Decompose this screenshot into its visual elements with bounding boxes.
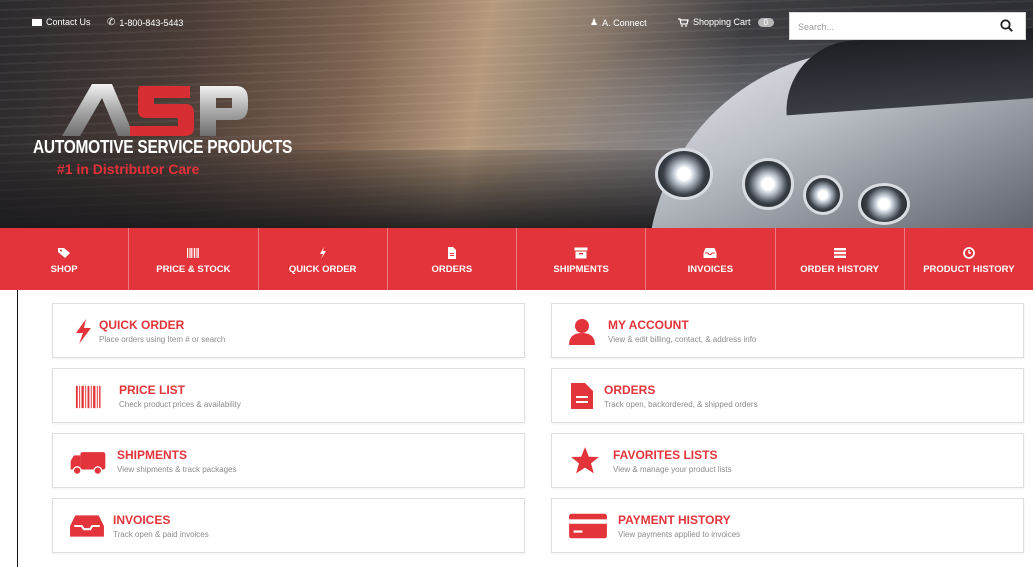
- envelope-icon: [32, 18, 42, 26]
- asp-logo: [62, 84, 248, 136]
- nav-product-history[interactable]: PRODUCT HISTORY: [905, 228, 1033, 290]
- barcode-icon: [75, 385, 101, 409]
- card-my-account[interactable]: MY ACCOUNT View & edit billing, contact,…: [551, 303, 1024, 358]
- nav-price-stock[interactable]: PRICE & STOCK: [129, 228, 259, 290]
- card-title: PAYMENT HISTORY: [618, 513, 731, 527]
- card-description: View shipments & track packages: [117, 465, 237, 474]
- list-icon: [833, 248, 846, 258]
- bolt-icon: [76, 319, 91, 344]
- bolt-icon: [319, 247, 326, 259]
- nav-label: ORDER HISTORY: [800, 264, 879, 275]
- file-icon: [447, 247, 456, 259]
- card-title: PRICE LIST: [119, 383, 186, 397]
- card-description: Track open, backordered, & shipped order…: [604, 400, 758, 409]
- company-tagline: #1 in Distributor Care: [57, 161, 200, 177]
- card-description: Place orders using Item # or search: [99, 335, 226, 344]
- contact-label: Contact Us: [46, 17, 91, 27]
- card-title: INVOICES: [113, 513, 171, 527]
- nav-label: ORDERS: [431, 264, 473, 275]
- card-quick-order[interactable]: QUICK ORDER Place orders using Item # or…: [52, 303, 525, 358]
- card-favorites-lists[interactable]: FAVORITES LISTS View & manage your produ…: [551, 433, 1024, 488]
- card-title: SHIPMENTS: [117, 448, 188, 462]
- card-description: View payments applied to invoices: [618, 530, 741, 539]
- card-invoices[interactable]: INVOICES Track open & paid invoices: [52, 498, 525, 553]
- account-name: A. Connect: [602, 17, 647, 28]
- shopping-cart-link[interactable]: Shopping Cart 0: [678, 17, 774, 27]
- headlight: [803, 175, 843, 215]
- account-link[interactable]: ♟ A. Connect: [590, 17, 647, 28]
- hero-banner: Contact Us ✆ 1-800-843-5443 ♟ A. Connect…: [0, 0, 1033, 228]
- card-title: QUICK ORDER: [99, 318, 185, 332]
- archive-icon: [574, 247, 588, 259]
- inbox-icon: [70, 515, 104, 537]
- nav-label: SHOP: [50, 264, 78, 275]
- cart-label: Shopping Cart: [693, 17, 751, 27]
- company-name: AUTOMOTIVE SERVICE PRODUCTS: [33, 137, 293, 157]
- nav-label: PRICE & STOCK: [156, 264, 231, 275]
- nav-order-history[interactable]: ORDER HISTORY: [776, 228, 905, 290]
- search-icon[interactable]: [1000, 19, 1013, 32]
- card-description: View & edit billing, contact, & address …: [608, 335, 757, 344]
- nav-shipments[interactable]: SHIPMENTS: [517, 228, 647, 290]
- nav-label: INVOICES: [687, 264, 734, 275]
- barcode-icon: [187, 248, 200, 258]
- headlight: [655, 148, 713, 200]
- nav-label: PRODUCT HISTORY: [923, 264, 1015, 275]
- nav-orders[interactable]: ORDERS: [388, 228, 517, 290]
- phone-link[interactable]: ✆ 1-800-843-5443: [107, 17, 183, 28]
- cart-icon: [678, 17, 689, 27]
- inbox-icon: [703, 248, 717, 258]
- tag-icon: [58, 248, 71, 258]
- divider: [17, 290, 18, 567]
- star-icon: [571, 447, 599, 474]
- person-icon: ♟: [590, 17, 599, 27]
- search-box: [789, 12, 1026, 40]
- file-icon: [571, 383, 593, 409]
- truck-icon: [70, 452, 106, 476]
- credit-card-icon: [569, 513, 607, 539]
- search-input[interactable]: [798, 19, 988, 35]
- card-payment-history[interactable]: PAYMENT HISTORY View payments applied to…: [551, 498, 1024, 553]
- headlight: [742, 158, 794, 210]
- card-description: View & manage your product lists: [613, 465, 732, 474]
- card-shipments[interactable]: SHIPMENTS View shipments & track package…: [52, 433, 525, 488]
- card-description: Check product prices & availability: [119, 400, 241, 409]
- phone-icon: ✆: [107, 17, 116, 28]
- main-nav: SHOP PRICE & STOCK QUICK ORDER ORDERS SH…: [0, 228, 1033, 290]
- phone-number: 1-800-843-5443: [119, 17, 184, 28]
- clock-icon: [962, 247, 975, 259]
- top-bar: Contact Us ✆ 1-800-843-5443 ♟ A. Connect…: [0, 0, 1033, 42]
- card-title: MY ACCOUNT: [608, 318, 689, 332]
- contact-link[interactable]: Contact Us: [32, 17, 91, 27]
- card-title: ORDERS: [604, 383, 656, 397]
- nav-label: SHIPMENTS: [553, 264, 609, 275]
- card-orders[interactable]: ORDERS Track open, backordered, & shippe…: [551, 368, 1024, 423]
- nav-shop[interactable]: SHOP: [0, 228, 130, 290]
- cart-count-badge: 0: [757, 17, 774, 27]
- card-description: Track open & paid invoices: [113, 530, 209, 539]
- nav-label: QUICK ORDER: [288, 264, 357, 275]
- headlight: [858, 183, 910, 225]
- nav-invoices[interactable]: INVOICES: [646, 228, 776, 290]
- user-icon: [569, 319, 595, 345]
- card-title: FAVORITES LISTS: [613, 448, 718, 462]
- card-price-list[interactable]: PRICE LIST Check product prices & availa…: [52, 368, 525, 423]
- nav-quick-order[interactable]: QUICK ORDER: [259, 228, 388, 290]
